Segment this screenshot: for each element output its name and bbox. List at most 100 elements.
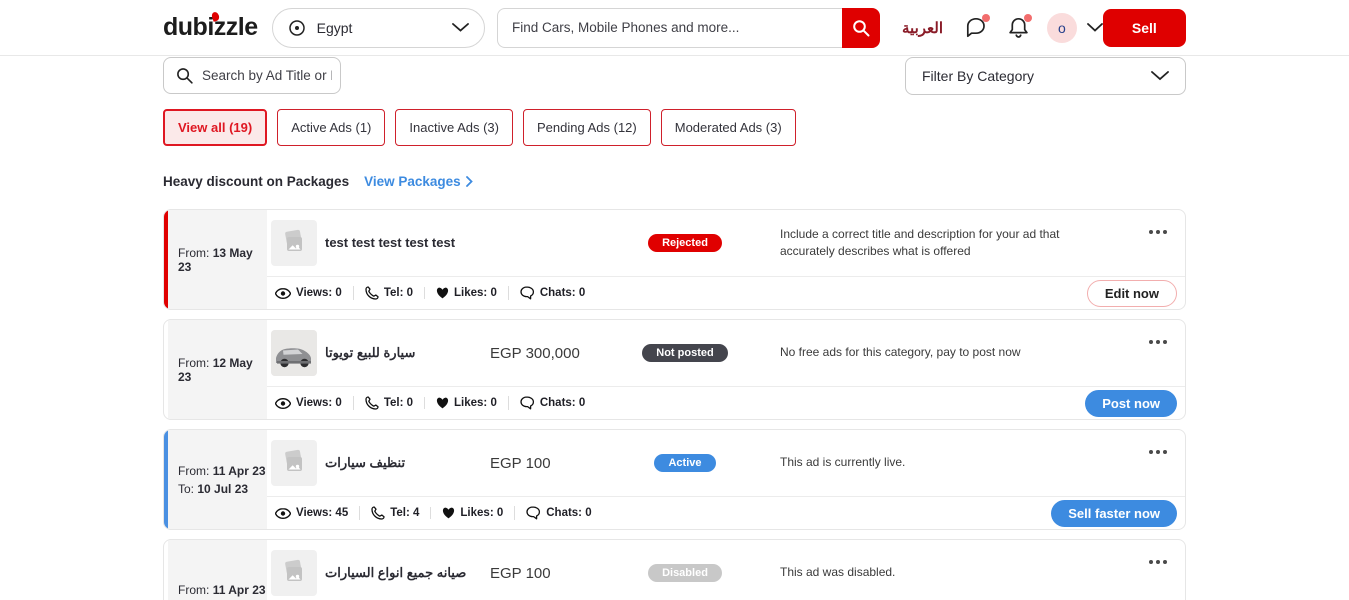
ad-stats-row: Views: 0 Tel: 0 Likes: 0 Chats: 0	[271, 396, 596, 410]
status-filter-chip[interactable]: Inactive Ads (3)	[395, 109, 513, 146]
user-avatar[interactable]: o	[1047, 13, 1077, 43]
ad-status-description: No free ads for this category, pay to po…	[780, 344, 1021, 361]
notification-dot	[1024, 14, 1032, 22]
location-selector[interactable]: Egypt	[272, 8, 485, 48]
chat-icon	[520, 286, 535, 300]
ad-thumbnail	[271, 330, 317, 376]
ad-stat: Chats: 0	[508, 396, 596, 410]
ad-card: From: 12 May 23 سيارة للبيع تويوتا EGP 3…	[163, 319, 1186, 420]
ad-price: EGP 100	[490, 565, 625, 582]
status-filter-chip[interactable]: Moderated Ads (3)	[661, 109, 796, 146]
chevron-down-icon	[452, 23, 469, 32]
chat-button[interactable]	[964, 16, 987, 39]
more-options-button[interactable]	[1145, 556, 1171, 568]
packages-promo-row: Heavy discount on Packages View Packages	[0, 174, 1349, 189]
my-ads-list: From: 13 May 23 test test test test test…	[0, 209, 1349, 600]
more-options-button[interactable]	[1145, 446, 1171, 458]
ad-status-badge: Disabled	[648, 564, 722, 582]
ad-stat: Chats: 0	[514, 506, 602, 520]
ad-title: تنظيف سيارات	[325, 455, 490, 472]
ad-status-description: This ad was disabled.	[780, 564, 895, 581]
ad-status-description: Include a correct title and description …	[780, 226, 1102, 261]
ad-date-panel: From: 13 May 23	[168, 210, 267, 309]
ad-to-date: To: 10 Jul 23	[178, 482, 267, 496]
status-filter-row: View all (19) Active Ads (1) Inactive Ad…	[0, 109, 1349, 146]
search-icon	[852, 19, 870, 37]
category-filter-dropdown[interactable]: Filter By Category	[905, 57, 1186, 95]
global-search	[497, 8, 880, 48]
ad-from-date: From: 13 May 23	[178, 246, 267, 274]
ad-status-badge: Not posted	[642, 344, 727, 362]
ad-action-button[interactable]: Post now	[1085, 390, 1177, 417]
ad-search-box	[163, 57, 341, 94]
sell-button[interactable]: Sell	[1103, 9, 1186, 47]
status-filter-chip[interactable]: Pending Ads (12)	[523, 109, 651, 146]
ad-thumbnail	[271, 440, 317, 486]
ad-stat: Chats: 0	[508, 286, 596, 300]
ad-status-badge: Rejected	[648, 234, 722, 252]
ad-price: EGP 300,000	[490, 345, 625, 362]
ad-action-button[interactable]: Sell faster now	[1051, 500, 1177, 527]
ad-price: EGP 100	[490, 455, 625, 472]
phone-icon	[371, 506, 385, 520]
more-options-button[interactable]	[1145, 336, 1171, 348]
phone-icon	[365, 286, 379, 300]
location-pin-icon	[288, 19, 306, 37]
phone-icon	[365, 396, 379, 410]
status-filter-chip[interactable]: View all (19)	[163, 109, 267, 146]
eye-icon	[275, 398, 291, 409]
category-filter-label: Filter By Category	[922, 68, 1034, 84]
ad-from-date: From: 11 Apr 23	[178, 464, 267, 478]
heart-icon	[436, 287, 449, 299]
ad-stat: Likes: 0	[424, 287, 508, 299]
ad-stat: Views: 0	[271, 287, 353, 299]
ad-stat: Tel: 4	[359, 506, 430, 520]
ad-title: سيارة للبيع تويوتا	[325, 345, 490, 362]
ad-card: From: 11 Apr 23 صيانه جميع انواع السيارا…	[163, 539, 1186, 600]
ads-toolbar: Filter By Category	[0, 57, 1349, 95]
profile-menu-chevron-icon[interactable]	[1087, 23, 1103, 32]
ad-title: صيانه جميع انواع السيارات	[325, 565, 490, 582]
chat-icon	[520, 396, 535, 410]
top-header: dubizzle Egypt العربية o Sell	[0, 0, 1349, 56]
search-button[interactable]	[842, 8, 880, 48]
more-options-button[interactable]	[1145, 226, 1171, 238]
ad-date-panel: From: 11 Apr 23 To: 10 Jul 23	[168, 430, 267, 529]
promo-text: Heavy discount on Packages	[163, 174, 349, 189]
eye-icon	[275, 508, 291, 519]
ad-search-input[interactable]	[202, 68, 332, 83]
global-search-input[interactable]	[497, 8, 842, 48]
language-switch-link[interactable]: العربية	[902, 19, 943, 37]
eye-icon	[275, 288, 291, 299]
ad-stat: Likes: 0	[430, 507, 514, 519]
status-filter-chip[interactable]: Active Ads (1)	[277, 109, 385, 146]
ad-stats-row: Views: 0 Tel: 0 Likes: 0 Chats: 0	[271, 286, 596, 300]
heart-icon	[442, 507, 455, 519]
ad-date-panel: From: 11 Apr 23	[168, 540, 267, 600]
ad-stat: Views: 45	[271, 507, 359, 519]
ad-from-date: From: 11 Apr 23	[178, 583, 267, 597]
ad-thumbnail	[271, 220, 317, 266]
chevron-right-icon	[466, 176, 473, 187]
dubizzle-logo[interactable]: dubizzle	[163, 13, 258, 42]
ad-status-description: This ad is currently live.	[780, 454, 905, 471]
ad-card: From: 13 May 23 test test test test test…	[163, 209, 1186, 310]
ad-status-badge: Active	[654, 454, 715, 472]
ad-stat: Views: 0	[271, 397, 353, 409]
notifications-button[interactable]	[1008, 16, 1029, 39]
ad-stats-row: Views: 45 Tel: 4 Likes: 0 Chats: 0	[271, 506, 603, 520]
ad-from-date: From: 12 May 23	[178, 356, 267, 384]
ad-action-button[interactable]: Edit now	[1087, 280, 1177, 307]
ad-card: From: 11 Apr 23 To: 10 Jul 23 تنظيف سيار…	[163, 429, 1186, 530]
ad-stat: Likes: 0	[424, 397, 508, 409]
chevron-down-icon	[1151, 71, 1169, 81]
ad-thumbnail	[271, 550, 317, 596]
search-icon	[176, 67, 193, 84]
heart-icon	[436, 397, 449, 409]
ad-title: test test test test test	[325, 235, 490, 252]
ad-stat: Tel: 0	[353, 286, 424, 300]
chat-icon	[526, 506, 541, 520]
chat-notification-dot	[982, 14, 990, 22]
view-packages-link[interactable]: View Packages	[364, 174, 473, 189]
ad-stat: Tel: 0	[353, 396, 424, 410]
